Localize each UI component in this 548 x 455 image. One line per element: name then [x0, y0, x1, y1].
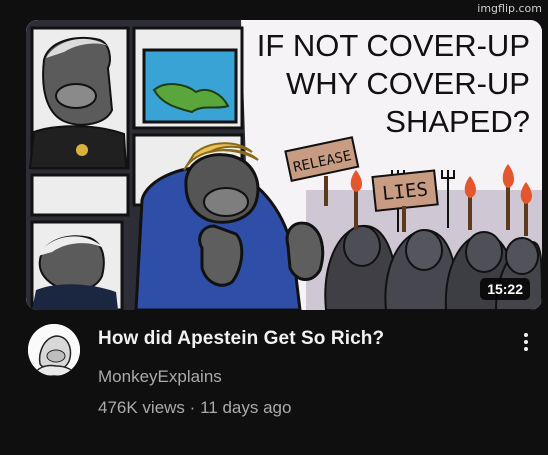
avatar-icon: [28, 324, 80, 376]
video-thumbnail[interactable]: RELEASE LIES IF NOT COVER-UP WHY COVER-U…: [26, 20, 542, 310]
video-stats: 476K views · 11 days ago: [98, 398, 291, 418]
thumbnail-illustration: RELEASE LIES IF NOT COVER-UP WHY COVER-U…: [26, 20, 542, 310]
video-meta: How did Apestein Get So Rich? MonkeyExpl…: [26, 322, 542, 432]
imgflip-watermark: imgflip.com: [477, 2, 542, 15]
stats-separator: ·: [189, 398, 196, 417]
headline-line-3: SHAPED?: [385, 104, 530, 139]
more-vert-icon[interactable]: [518, 330, 534, 360]
video-title[interactable]: How did Apestein Get So Rich?: [98, 328, 384, 350]
upload-age: 11 days ago: [200, 398, 292, 417]
headline-line-2: WHY COVER-UP: [286, 66, 530, 101]
view-count: 476K views: [98, 398, 185, 417]
channel-name[interactable]: MonkeyExplains: [98, 367, 222, 387]
headline-line-1: IF NOT COVER-UP: [257, 28, 530, 63]
duration-badge: 15:22: [480, 278, 530, 300]
channel-avatar[interactable]: [28, 324, 80, 376]
